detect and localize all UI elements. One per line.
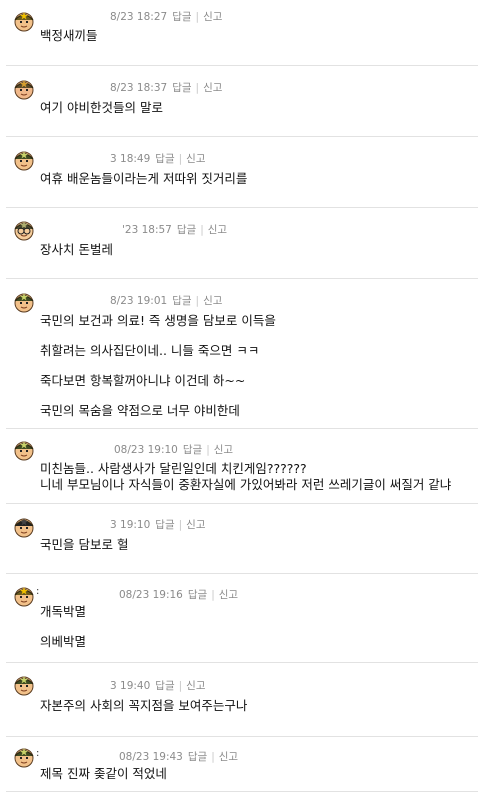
avatar-icon xyxy=(14,441,34,461)
comment-text: 죽다보면 항복할꺼아니냐 이건데 하~~ xyxy=(40,373,246,388)
comment-meta: 3 19:10 답글 | 신고 xyxy=(110,517,205,532)
separator: | xyxy=(178,680,183,692)
report-button[interactable]: 신고 xyxy=(203,82,222,94)
avatar[interactable] xyxy=(12,76,36,100)
reply-button[interactable]: 답글 xyxy=(172,295,191,307)
separator: | xyxy=(195,295,200,307)
avatar-icon xyxy=(14,80,34,100)
report-button[interactable]: 신고 xyxy=(203,295,222,307)
comment-text: 국민의 목숨을 약점으로 너무 야비한데 xyxy=(40,403,240,418)
avatar-icon xyxy=(14,676,34,696)
comment-meta: 8/23 18:37 답글 | 신고 xyxy=(110,80,222,95)
comment-text: 제목 진짜 좆같이 적었네 xyxy=(40,766,167,781)
comment-date: 3 19:40 xyxy=(110,680,151,692)
reply-button[interactable]: 답글 xyxy=(155,153,174,165)
report-button[interactable]: 신고 xyxy=(186,519,205,531)
comment-date: 8/23 18:37 xyxy=(110,82,168,94)
avatar[interactable] xyxy=(12,147,36,171)
comment-item: 08/23 19:10 답글 | 신고미친놈들.. 사람생사가 달린일인데 치킨게임?… xyxy=(6,429,478,504)
report-button[interactable]: 신고 xyxy=(208,224,227,236)
comment-text: 국민을 담보로 헐 xyxy=(40,537,129,552)
separator: | xyxy=(211,751,215,763)
comment-date: 8/23 19:01 xyxy=(110,295,168,307)
comment-meta: 08/23 19:16 답글 | 신고 xyxy=(119,587,238,602)
avatar[interactable] xyxy=(12,289,36,313)
separator: | xyxy=(200,224,204,236)
reply-button[interactable]: 답글 xyxy=(188,751,207,763)
avatar-icon xyxy=(14,151,34,171)
comment-item: 3 18:49 답글 | 신고여휴 배운놈들이라는게 저따위 짓거리를 xyxy=(6,137,478,208)
comment-item: 3 19:40 답글 | 신고자본주의 사회의 꼭지점을 보여주는구나 xyxy=(6,663,478,737)
comment-text: 자본주의 사회의 꼭지점을 보여주는구나 xyxy=(40,698,248,713)
comment-text: 니네 부모님이나 자식들이 중환자실에 가있어봐라 저런 쓰레기글이 써질거 같… xyxy=(40,477,452,492)
avatar-icon xyxy=(14,587,34,607)
comment-list: 8/23 18:27 답글 | 신고 백정새끼들 8/23 18:37 답글 | 신고 여기 야비… xyxy=(0,0,478,792)
separator: | xyxy=(211,589,215,601)
comment-meta: 3 18:49 답글 | 신고 xyxy=(110,151,205,166)
separator: | xyxy=(206,444,210,456)
comment-meta: '23 18:57 답글 | 신고 xyxy=(122,222,227,237)
comment-item: 8/23 18:37 답글 | 신고여기 야비한것들의 말로 xyxy=(6,66,478,137)
comment-meta: 3 19:40 답글 | 신고 xyxy=(110,678,205,693)
reply-button[interactable]: 답글 xyxy=(172,11,191,23)
comment-date: 8/23 18:27 xyxy=(110,11,168,23)
report-button[interactable]: 신고 xyxy=(186,680,205,692)
comment-date: '23 18:57 xyxy=(122,224,172,236)
avatar[interactable] xyxy=(12,744,36,768)
comment-item: : 08/23 19:16 답글 | 신고개독박멸의베박멸 xyxy=(6,574,478,663)
comment-text: 의베박멸 xyxy=(40,634,87,649)
comment-meta: 08/23 19:10 답글 | 신고 xyxy=(114,442,233,457)
avatar[interactable] xyxy=(12,583,36,607)
comment-text: 취할려는 의사집단이네.. 니들 죽으면 ㅋㅋ xyxy=(40,343,260,358)
comment-meta: 8/23 19:01 답글 | 신고 xyxy=(110,293,222,308)
comment-text: 장사치 돈벌레 xyxy=(40,242,113,257)
comment-text: 백정새끼들 xyxy=(40,28,98,43)
comment-date: 08/23 19:43 xyxy=(119,751,183,763)
comment-text: 미친놈들.. 사람생사가 달린일인데 치킨게임?????? xyxy=(40,461,307,476)
separator: | xyxy=(178,153,183,165)
report-button[interactable]: 신고 xyxy=(203,11,222,23)
report-button[interactable]: 신고 xyxy=(214,444,233,456)
reply-button[interactable]: 답글 xyxy=(188,589,207,601)
report-button[interactable]: 신고 xyxy=(186,153,205,165)
comment-meta: 8/23 18:27 답글 | 신고 xyxy=(110,9,222,24)
comment-meta: 08/23 19:43 답글 | 신고 xyxy=(119,749,238,764)
separator: | xyxy=(195,11,200,23)
reply-button[interactable]: 답글 xyxy=(177,224,196,236)
comment-item: 3 19:10 답글 | 신고국민을 담보로 헐 xyxy=(6,504,478,574)
comment-text: 국민의 보건과 의료! 즉 생명을 담보로 이득을 xyxy=(40,313,276,328)
comment-item: 8/23 18:27 답글 | 신고백정새끼들 xyxy=(6,0,478,66)
comment-date: 08/23 19:10 xyxy=(114,444,178,456)
avatar[interactable] xyxy=(12,217,36,241)
avatar[interactable] xyxy=(12,8,36,32)
comment-item: : 08/23 19:43 답글 | 신고제목 진짜 좆같이 적었네 xyxy=(6,737,478,792)
reply-button[interactable]: 답글 xyxy=(155,519,174,531)
avatar[interactable] xyxy=(12,672,36,696)
separator: | xyxy=(178,519,183,531)
reply-button[interactable]: 답글 xyxy=(172,82,191,94)
avatar-icon xyxy=(14,293,34,313)
avatar-icon xyxy=(14,748,34,768)
comment-date: 3 19:10 xyxy=(110,519,151,531)
nickname[interactable]: : xyxy=(36,748,39,759)
comment-item: 8/23 19:01 답글 | 신고국민의 보건과 의료! 즉 생명을 담보로 이득을… xyxy=(6,279,478,429)
comment-text: 여휴 배운놈들이라는게 저따위 짓거리를 xyxy=(40,171,248,186)
report-button[interactable]: 신고 xyxy=(219,589,238,601)
comment-text: 여기 야비한것들의 말로 xyxy=(40,100,163,115)
comment-text: 개독박멸 xyxy=(40,604,87,619)
comment-item: '23 18:57 답글 | 신고장사치 돈벌레 xyxy=(6,208,478,279)
comment-date: 3 18:49 xyxy=(110,153,151,165)
separator: | xyxy=(195,82,200,94)
report-button[interactable]: 신고 xyxy=(219,751,238,763)
avatar[interactable] xyxy=(12,514,36,538)
reply-button[interactable]: 답글 xyxy=(155,680,174,692)
reply-button[interactable]: 답글 xyxy=(183,444,202,456)
nickname[interactable]: : xyxy=(36,586,39,597)
avatar-icon xyxy=(14,12,34,32)
comment-date: 08/23 19:16 xyxy=(119,589,183,601)
avatar[interactable] xyxy=(12,437,36,461)
avatar-icon xyxy=(14,221,34,241)
avatar-icon xyxy=(14,518,34,538)
